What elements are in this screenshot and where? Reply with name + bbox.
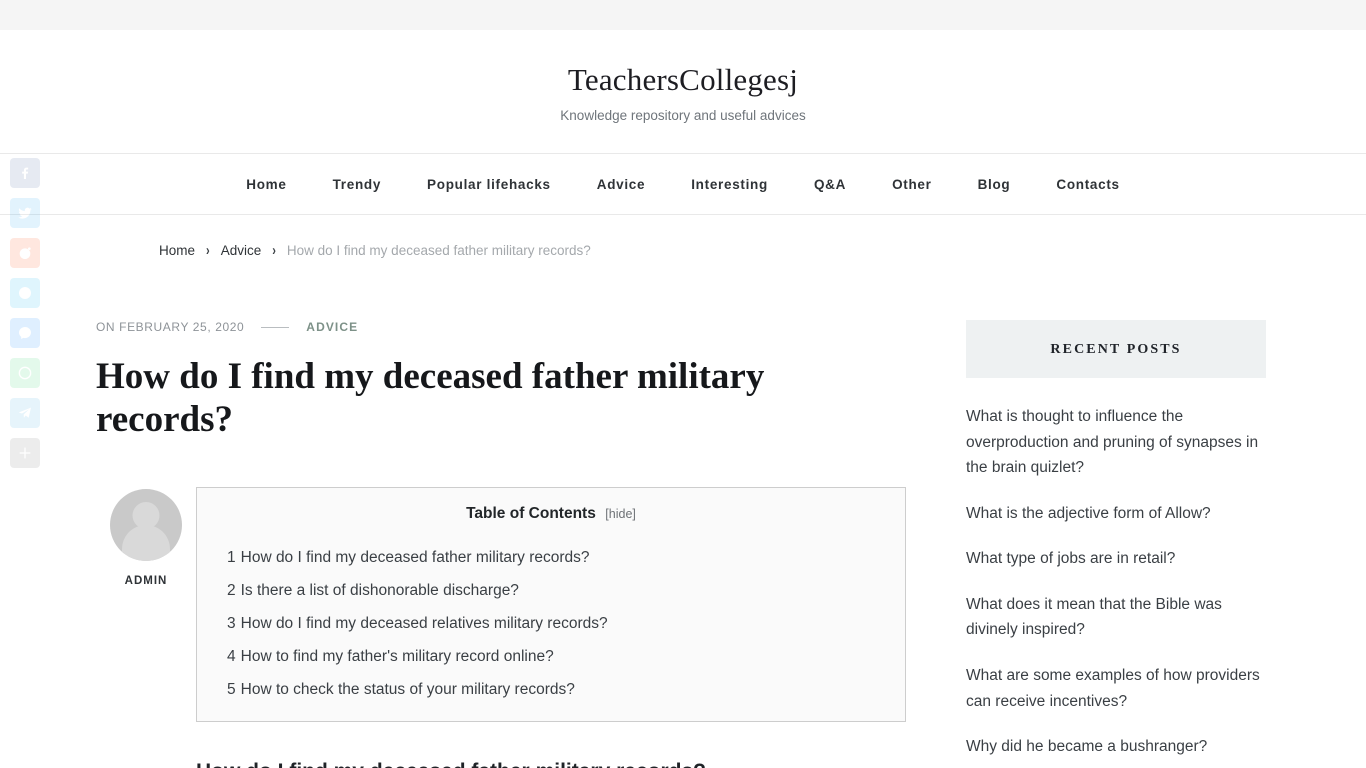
list-item[interactable]: What is the adjective form of Allow?: [966, 501, 1266, 527]
social-share-rail: [10, 158, 40, 468]
facebook-share-icon[interactable]: [10, 158, 40, 188]
breadcrumb-home[interactable]: Home: [159, 243, 195, 258]
breadcrumb-advice[interactable]: Advice: [221, 243, 262, 258]
nav-item-advice[interactable]: Advice: [574, 177, 668, 192]
site-tagline: Knowledge repository and useful advices: [560, 108, 806, 123]
breadcrumb-current: How do I find my deceased father militar…: [286, 243, 591, 258]
meta-divider: [261, 326, 290, 328]
toc-item[interactable]: 3 How do I find my deceased relatives mil…: [215, 615, 887, 633]
nav-item-blog[interactable]: Blog: [955, 177, 1034, 192]
nav-list: Home Trendy Popular lifehacks Advice Int…: [223, 177, 1142, 192]
article-column: Table of Contents [hide] 1 How do I find …: [196, 487, 906, 768]
post-body: ADMIN Table of Contents [hide] 1 How do I…: [96, 487, 906, 768]
nav-item-trendy[interactable]: Trendy: [310, 177, 404, 192]
post-meta: ON FEBRUARY 25, 2020 ADVICE: [96, 320, 906, 334]
page-layout: ON FEBRUARY 25, 2020 ADVICE How do I fin…: [0, 320, 1366, 768]
list-item[interactable]: What is thought to influence the overpro…: [966, 404, 1266, 481]
toc-item[interactable]: 2 Is there a list of dishonorable dischar…: [215, 582, 887, 600]
recent-posts-title: Recent Posts: [1050, 342, 1182, 357]
toc-item-label: How to check the status of your military…: [240, 681, 575, 699]
toc-item-number: 3: [227, 615, 236, 633]
telegram-share-icon[interactable]: [10, 398, 40, 428]
article-heading: How do I find my deceased father militar…: [196, 758, 906, 768]
avatar: [110, 489, 182, 562]
nav-item-popular-lifehacks[interactable]: Popular lifehacks: [404, 177, 574, 192]
chevron-right-icon: ›: [272, 242, 276, 259]
toc-item[interactable]: 5 How to check the status of your militar…: [215, 681, 887, 699]
toc-item-number: 1: [227, 549, 236, 567]
post-category-link[interactable]: ADVICE: [306, 320, 358, 334]
site-header: TeachersCollegesj Knowledge repository a…: [0, 30, 1366, 153]
toc-item-number: 5: [227, 681, 236, 699]
toc-hide-toggle[interactable]: [hide]: [605, 507, 636, 521]
toc-title: Table of Contents: [466, 505, 596, 523]
whatsapp-share-icon[interactable]: [10, 358, 40, 388]
breadcrumb: Home › Advice › How do I find my decease…: [63, 215, 1303, 258]
nav-item-interesting[interactable]: Interesting: [668, 177, 791, 192]
twitter-share-icon[interactable]: [10, 198, 40, 228]
skype-share-icon[interactable]: [10, 278, 40, 308]
main-navigation: Home Trendy Popular lifehacks Advice Int…: [0, 153, 1366, 215]
list-item[interactable]: What type of jobs are in retail?: [966, 546, 1266, 572]
page-title: How do I find my deceased father militar…: [96, 356, 765, 440]
toc-item-label: How do I find my deceased relatives mili…: [240, 615, 608, 633]
toc-list: 1 How do I find my deceased father milita…: [215, 549, 887, 699]
toc-item[interactable]: 4 How to find my father's military record…: [215, 648, 887, 666]
nav-item-home[interactable]: Home: [223, 177, 309, 192]
toc-item-label: How to find my father's military record …: [240, 648, 554, 666]
author-column: ADMIN: [96, 487, 196, 768]
toc-header: Table of Contents [hide]: [215, 505, 887, 523]
top-strip: [0, 0, 1366, 30]
list-item[interactable]: What are some examples of how providers …: [966, 663, 1266, 714]
list-item[interactable]: What does it mean that the Bible was div…: [966, 592, 1266, 643]
author-name[interactable]: ADMIN: [96, 575, 196, 587]
sidebar: Recent Posts What is thought to influenc…: [966, 320, 1266, 768]
avatar-body-shape: [122, 525, 170, 562]
nav-item-qa[interactable]: Q&A: [791, 177, 869, 192]
chevron-right-icon: ›: [206, 242, 210, 259]
messenger-share-icon[interactable]: [10, 318, 40, 348]
site-title[interactable]: TeachersCollegesj: [0, 62, 1366, 98]
toc-item-label: How do I find my deceased father militar…: [240, 549, 590, 567]
post-date: ON FEBRUARY 25, 2020: [96, 320, 245, 334]
more-share-icon[interactable]: [10, 438, 40, 468]
toc-item-number: 4: [227, 648, 236, 666]
main-content: ON FEBRUARY 25, 2020 ADVICE How do I fin…: [96, 320, 906, 768]
recent-posts-widget-header: Recent Posts: [966, 320, 1266, 378]
toc-item-label: Is there a list of dishonorable discharg…: [240, 582, 519, 600]
list-item[interactable]: Why did he became a bushranger?: [966, 734, 1266, 760]
nav-item-contacts[interactable]: Contacts: [1033, 177, 1142, 192]
toc-item-number: 2: [227, 582, 236, 600]
recent-posts-list: What is thought to influence the overpro…: [966, 404, 1266, 760]
reddit-share-icon[interactable]: [10, 238, 40, 268]
table-of-contents: Table of Contents [hide] 1 How do I find …: [196, 487, 906, 723]
nav-item-other[interactable]: Other: [869, 177, 955, 192]
toc-item[interactable]: 1 How do I find my deceased father milita…: [215, 549, 887, 567]
